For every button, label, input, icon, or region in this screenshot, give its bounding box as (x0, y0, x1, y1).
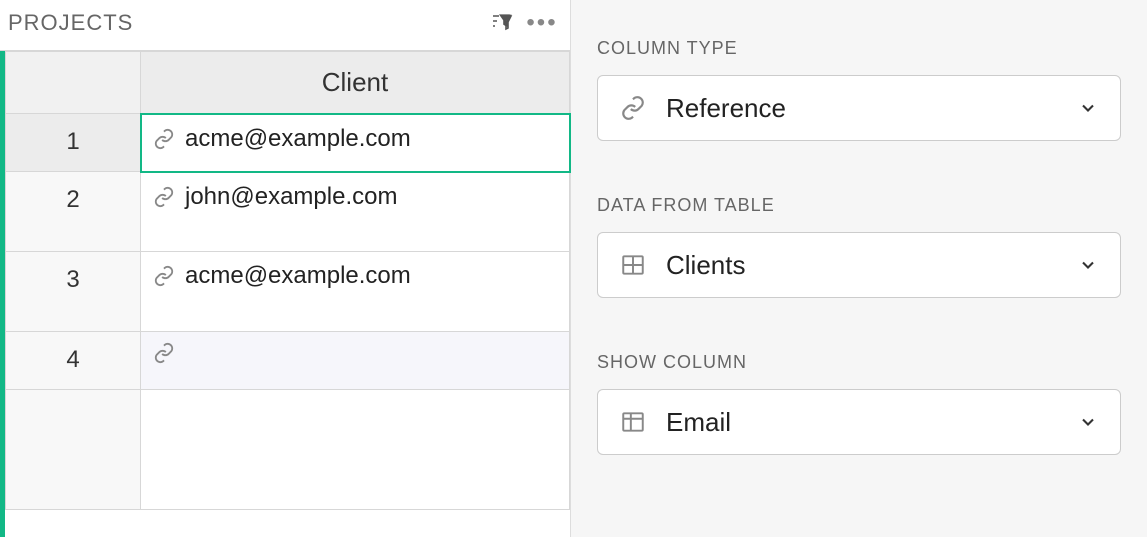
column-type-dropdown[interactable]: Reference (597, 75, 1121, 141)
section-label-data-from-table: DATA FROM TABLE (597, 195, 1121, 216)
data-from-table-dropdown[interactable]: Clients (597, 232, 1121, 298)
sort-filter-button[interactable] (482, 8, 522, 38)
link-icon (153, 342, 175, 364)
properties-panel: COLUMN TYPE Reference DATA FROM TABLE Cl… (570, 0, 1147, 537)
cell-client[interactable] (141, 332, 570, 390)
table-row[interactable]: 4 (6, 332, 570, 390)
data-grid: Client 1 acme@example.com (0, 50, 570, 537)
dropdown-value: Email (666, 407, 1058, 438)
chevron-down-icon (1078, 255, 1098, 275)
table-panel: PROJECTS ••• (0, 0, 570, 537)
cell-value: acme@example.com (185, 125, 411, 153)
row-number[interactable]: 2 (6, 172, 141, 252)
empty-area (6, 390, 570, 510)
column-header-client[interactable]: Client (141, 52, 570, 114)
row-number-header[interactable] (6, 52, 141, 114)
cell-value: acme@example.com (185, 262, 411, 290)
table-title: PROJECTS (8, 10, 482, 36)
dropdown-value: Clients (666, 250, 1058, 281)
more-menu-button[interactable]: ••• (522, 8, 562, 38)
row-number[interactable]: 3 (6, 252, 141, 332)
cell-value: john@example.com (185, 183, 397, 211)
row-number[interactable]: 1 (6, 114, 141, 172)
chevron-down-icon (1078, 412, 1098, 432)
cell-client[interactable]: john@example.com (141, 172, 570, 252)
link-icon (153, 186, 175, 208)
link-icon (620, 95, 646, 121)
show-column-dropdown[interactable]: Email (597, 389, 1121, 455)
section-label-column-type: COLUMN TYPE (597, 38, 1121, 59)
link-icon (153, 265, 175, 287)
cell-client[interactable]: acme@example.com (141, 114, 570, 172)
dropdown-value: Reference (666, 93, 1058, 124)
table-row[interactable]: 2 john@example.com (6, 172, 570, 252)
chevron-down-icon (1078, 98, 1098, 118)
ellipsis-icon: ••• (526, 9, 557, 37)
section-label-show-column: SHOW COLUMN (597, 352, 1121, 373)
table-icon (620, 252, 646, 278)
table: Client 1 acme@example.com (5, 51, 570, 510)
cell-client[interactable]: acme@example.com (141, 252, 570, 332)
link-icon (153, 128, 175, 150)
filter-icon (490, 11, 514, 35)
table-row[interactable]: 1 acme@example.com (6, 114, 570, 172)
row-number[interactable]: 4 (6, 332, 141, 390)
table-header: PROJECTS ••• (0, 0, 570, 50)
table-row[interactable]: 3 acme@example.com (6, 252, 570, 332)
column-icon (620, 409, 646, 435)
